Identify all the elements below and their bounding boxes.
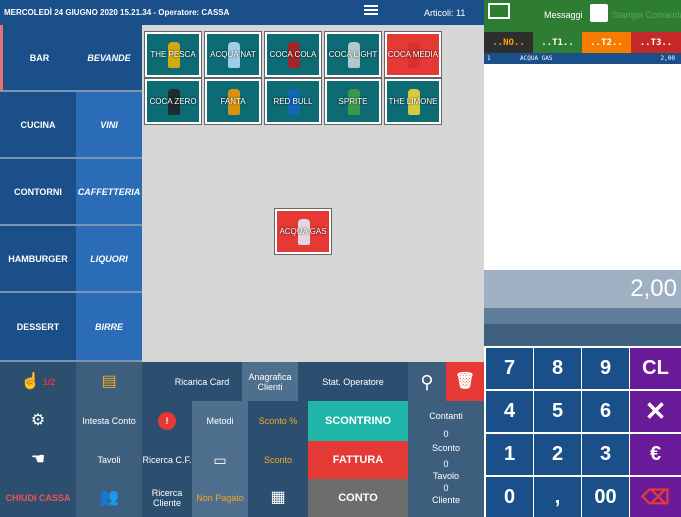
total-value: 2,00: [630, 275, 677, 302]
ricerca-cf-button[interactable]: Ricerca C.F.: [142, 441, 192, 479]
multiply-button[interactable]: ✕: [630, 391, 681, 432]
key-1[interactable]: 1: [486, 434, 533, 475]
product-acqua-nat[interactable]: ACQUA NAT: [204, 31, 262, 78]
users-icon[interactable]: 👥: [76, 479, 142, 517]
key-comma[interactable]: ,: [534, 477, 581, 517]
info-bar: [484, 324, 681, 346]
alert-icon: !: [158, 412, 176, 430]
category-dessert[interactable]: DESSERT: [0, 293, 76, 362]
articles-count: Articoli: 11: [424, 8, 466, 18]
subcategory-vini[interactable]: VINI: [76, 92, 142, 159]
menu-icon[interactable]: [364, 3, 378, 17]
document-icon: ▤: [101, 372, 117, 390]
product-the-limone[interactable]: THE LIMONE: [384, 78, 442, 125]
key-3[interactable]: 3: [582, 434, 629, 475]
top-bar: MERCOLEDÌ 24 GIUGNO 2020 15.21.34 - Oper…: [0, 0, 484, 25]
alert-button[interactable]: !: [142, 401, 192, 441]
tab-no[interactable]: ..NO..: [484, 32, 533, 53]
subcategory-birre[interactable]: BIRRE: [76, 293, 142, 362]
receipt-line[interactable]: 1 ACQUA GAS 2,00: [484, 53, 681, 64]
chiudi-cassa-button[interactable]: CHIUDI CASSA: [0, 479, 76, 517]
product-red-bull[interactable]: RED BULL: [264, 78, 322, 125]
key-6[interactable]: 6: [582, 391, 629, 432]
right-header: Messaggi Stampa Comanda: [484, 0, 681, 32]
sconto-percent-button[interactable]: Sconto %: [248, 401, 308, 441]
subcategory-caffetteria[interactable]: CAFFETTERIA: [76, 159, 142, 226]
messages-label[interactable]: Messaggi: [544, 10, 583, 20]
receipt-price: 2,00: [660, 55, 675, 62]
hand-pointer-icon: ☝: [20, 372, 41, 390]
key-7[interactable]: 7: [486, 348, 533, 389]
key-8[interactable]: 8: [534, 348, 581, 389]
info-bar: [484, 308, 681, 324]
gear-icon[interactable]: ⚙: [0, 401, 76, 441]
envelope-icon[interactable]: [488, 3, 510, 19]
product-sprite[interactable]: SPRITE: [324, 78, 382, 125]
tab-t1[interactable]: ..T1..: [533, 32, 582, 53]
clear-button[interactable]: CL: [630, 348, 681, 389]
euro-button[interactable]: €: [630, 434, 681, 475]
contanti-field[interactable]: Contanti 0: [408, 401, 484, 441]
tavoli-button[interactable]: Tavoli: [76, 441, 142, 479]
product-coca-zero[interactable]: COCA ZERO: [144, 78, 202, 125]
cliente-value: 0: [443, 483, 449, 493]
product-coca-media[interactable]: COCA MEDIA: [384, 31, 442, 78]
product-fanta[interactable]: FANTA: [204, 78, 262, 125]
subcategory-liquori[interactable]: LIQUORI: [76, 226, 142, 293]
backspace-button[interactable]: ⌫: [630, 477, 681, 517]
product-coca-light[interactable]: COCA LIGHT: [324, 31, 382, 78]
sconto-label: Sconto: [431, 443, 461, 453]
receipt-qty: 1: [487, 55, 491, 62]
total-display: 2,00: [484, 270, 681, 308]
page-toggle-button[interactable]: ☝ 1/2: [0, 362, 76, 401]
contanti-label: Contanti: [429, 411, 463, 421]
tab-t3[interactable]: ..T3..: [631, 32, 681, 53]
conto-button[interactable]: CONTO: [308, 479, 408, 517]
print-order-label[interactable]: Stampa Comanda: [612, 10, 681, 20]
product-the-pesca[interactable]: THE PESCA: [144, 31, 202, 78]
receipt-desc: ACQUA GAS: [520, 55, 553, 62]
key-4[interactable]: 4: [486, 391, 533, 432]
page-indicator: 1/2: [42, 376, 56, 387]
trash-icon[interactable]: 🗑: [446, 362, 484, 401]
key-5[interactable]: 5: [534, 391, 581, 432]
category-cucina[interactable]: CUCINA: [0, 92, 76, 159]
selected-product-acqua-gas[interactable]: ACQUA GAS: [274, 208, 332, 255]
ricarica-card-button[interactable]: Ricarica Card: [142, 362, 242, 401]
category-bar[interactable]: BAR: [0, 25, 76, 92]
ricerca-cliente-button[interactable]: Ricerca Cliente: [142, 479, 192, 517]
card-icon[interactable]: ▭: [192, 441, 248, 479]
cash-register-icon[interactable]: ▦: [248, 479, 308, 517]
receipt-area: [484, 64, 681, 270]
cliente-field[interactable]: 0 Cliente: [408, 479, 484, 517]
intesta-conto-button[interactable]: Intesta Conto: [76, 401, 142, 441]
sconto-value: 0: [443, 459, 449, 469]
subcategory-bevande[interactable]: BEVANDE: [76, 25, 142, 92]
category-contorni[interactable]: CONTORNI: [0, 159, 76, 226]
key-00[interactable]: 00: [582, 477, 629, 517]
key-9[interactable]: 9: [582, 348, 629, 389]
hand-icon[interactable]: ☚: [0, 441, 76, 479]
document-settings-button[interactable]: ▤: [76, 362, 142, 401]
sconto-button[interactable]: Sconto: [248, 441, 308, 479]
contanti-value: 0: [443, 429, 449, 439]
key-0[interactable]: 0: [486, 477, 533, 517]
datetime-operator: MERCOLEDÌ 24 GIUGNO 2020 15.21.34 - Oper…: [4, 8, 230, 17]
anagrafica-clienti-button[interactable]: Anagrafica Clienti: [242, 362, 298, 401]
metodi-button[interactable]: Metodi: [192, 401, 248, 441]
fattura-button[interactable]: FATTURA: [308, 441, 408, 479]
scontrino-button[interactable]: SCONTRINO: [308, 401, 408, 441]
key-2[interactable]: 2: [534, 434, 581, 475]
sconto-tavolo-field[interactable]: Sconto 0 Tavolo: [408, 441, 484, 481]
stat-operatore-button[interactable]: Stat. Operatore: [298, 362, 408, 401]
printer-icon[interactable]: [590, 4, 608, 22]
product-coca-cola[interactable]: COCA COLA: [264, 31, 322, 78]
search-icon[interactable]: ⚲: [408, 362, 446, 401]
cliente-label: Cliente: [431, 495, 460, 505]
category-hamburger[interactable]: HAMBURGER: [0, 226, 76, 293]
non-pagato-button[interactable]: Non Pagato: [192, 479, 248, 517]
tab-t2[interactable]: ..T2..: [582, 32, 631, 53]
